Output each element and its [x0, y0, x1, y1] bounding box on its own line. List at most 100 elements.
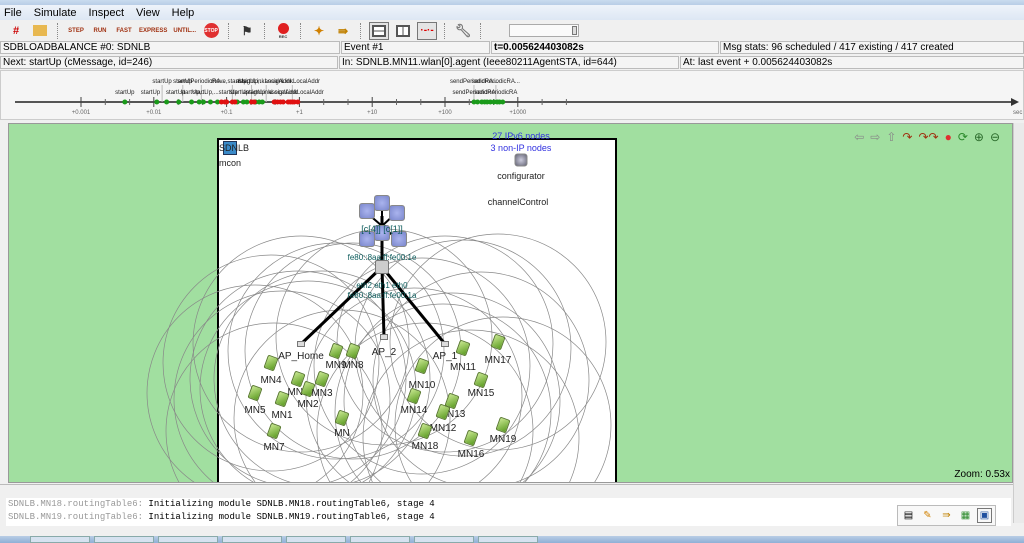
- sim-time-field: t=0.005624403082s: [491, 41, 719, 54]
- mobile-node-icon[interactable]: [247, 384, 263, 402]
- switch-icon[interactable]: [375, 260, 389, 274]
- timeline-tick-label: +100: [438, 110, 452, 116]
- access-point-label: AP_1: [432, 351, 458, 362]
- access-point-icon[interactable]: [380, 334, 388, 340]
- mobile-node-icon[interactable]: [495, 416, 511, 434]
- mobile-node-label: MN: [334, 428, 350, 439]
- menu-view[interactable]: View: [136, 7, 160, 19]
- zoom-in-icon[interactable]: ⊕: [974, 130, 984, 144]
- taskbar-item[interactable]: [158, 536, 218, 543]
- router-icon[interactable]: [389, 205, 405, 221]
- stop-module-icon[interactable]: ●: [945, 130, 952, 144]
- copy-icon[interactable]: ▤: [901, 508, 916, 523]
- express-button[interactable]: EXPRESS: [138, 22, 168, 40]
- taskbar-item[interactable]: [94, 536, 154, 543]
- channel-control-label: channelControl: [487, 197, 549, 207]
- mobile-node-icon[interactable]: [334, 409, 350, 427]
- until-button[interactable]: UNTIL...: [172, 22, 197, 40]
- zoom-out-icon[interactable]: ⊖: [990, 130, 1000, 144]
- mobile-node-icon[interactable]: [455, 339, 471, 357]
- mobile-node-label: MN15: [467, 388, 495, 399]
- taskbar-item[interactable]: [286, 536, 346, 543]
- access-point-label: AP_Home: [278, 351, 324, 362]
- mobile-node-icon[interactable]: [314, 370, 330, 388]
- mobile-node-icon[interactable]: [417, 422, 433, 440]
- step-module-icon[interactable]: ↷: [902, 130, 912, 144]
- speed-slider[interactable]: [509, 24, 580, 37]
- mobile-node-label: MN18: [411, 441, 439, 452]
- vertical-scrollbar[interactable]: [1013, 123, 1024, 523]
- menu-inspect[interactable]: Inspect: [89, 7, 124, 19]
- menu-simulate[interactable]: Simulate: [34, 7, 77, 19]
- step-button[interactable]: STEP: [66, 22, 86, 40]
- load-ned-button[interactable]: [30, 22, 50, 40]
- find-icon[interactable]: ✎: [920, 508, 935, 523]
- options-button[interactable]: 🔧︎: [453, 22, 473, 40]
- router-icon[interactable]: [374, 195, 390, 211]
- menu-help[interactable]: Help: [172, 7, 195, 19]
- record-button[interactable]: REC: [273, 22, 293, 40]
- relayout-icon[interactable]: ⟳: [958, 130, 968, 144]
- timeline-toggle-button[interactable]: ·-·-: [417, 21, 438, 40]
- event-module-field: In: SDNLB.MN11.wlan[0].agent (Ieee80211A…: [339, 56, 679, 69]
- timeline-tick-label: +0.1: [221, 110, 234, 116]
- access-point-icon[interactable]: [441, 341, 449, 347]
- timeline-event-label: sendPeriodicRA...: [472, 79, 520, 85]
- mobile-node-label: MN4: [260, 375, 282, 386]
- new-run-button[interactable]: #: [6, 22, 26, 40]
- mobile-node-icon[interactable]: [463, 429, 479, 447]
- layout-horizontal-button[interactable]: [369, 21, 390, 40]
- router-address-label: fe80::8aa:ff:fe00:1e: [347, 253, 417, 262]
- mobile-node-icon[interactable]: [490, 333, 506, 351]
- ipv6-nodes-label: 27 IPv6 nodes: [492, 131, 550, 141]
- taskbar-item[interactable]: [30, 536, 90, 543]
- output-icon[interactable]: ▣: [977, 508, 992, 523]
- timeline-event-marker: [295, 99, 301, 105]
- router-icon[interactable]: [359, 203, 375, 219]
- finish-button[interactable]: ⚑: [237, 22, 257, 40]
- timeline-event-marker: [232, 99, 238, 105]
- timeline-tick-label: +1000: [509, 110, 527, 116]
- mobile-node-icon[interactable]: [263, 354, 279, 372]
- time-delta-field: At: last event + 0.005624403082s: [680, 56, 1024, 69]
- timeline-event-label: assignLinkLocalAddr: [265, 79, 320, 85]
- filter-icon[interactable]: ⇛: [939, 508, 954, 523]
- up-icon[interactable]: ⇧: [886, 130, 896, 144]
- fast-button[interactable]: FAST: [114, 22, 134, 40]
- find-objects-button[interactable]: ✦: [309, 22, 329, 40]
- slider-handle[interactable]: [572, 26, 578, 35]
- nonip-nodes-label: 3 non-IP nodes: [490, 143, 552, 153]
- module-output-button[interactable]: ⇛: [333, 22, 353, 40]
- toolbar-separator: [480, 22, 482, 39]
- pane-divider[interactable]: [0, 484, 1013, 486]
- mobile-node-icon[interactable]: [266, 422, 282, 440]
- run-button[interactable]: RUN: [90, 22, 110, 40]
- back-icon[interactable]: ⇦: [854, 130, 864, 144]
- log-output[interactable]: SDNLB.MN18.routingTable6: Initializing m…: [6, 498, 1011, 526]
- messages-icon[interactable]: ▦: [958, 508, 973, 523]
- mobile-node-icon[interactable]: [328, 342, 344, 360]
- taskbar-item[interactable]: [350, 536, 410, 543]
- menu-bar: File Simulate Inspect View Help: [0, 5, 1024, 20]
- mobile-node-icon[interactable]: [473, 371, 489, 389]
- toolbar: # STEP RUN FAST EXPRESS UNTIL... STOP ⚑ …: [0, 20, 1024, 41]
- timeline-event-marker: [251, 99, 257, 105]
- taskbar-item[interactable]: [478, 536, 538, 543]
- mobile-node-icon[interactable]: [345, 342, 361, 360]
- layout-vertical-button[interactable]: [393, 22, 413, 40]
- arrow-icon: ⇛: [338, 23, 349, 38]
- menu-file[interactable]: File: [4, 7, 22, 19]
- taskbar-item[interactable]: [222, 536, 282, 543]
- mobile-node-icon[interactable]: [414, 357, 430, 375]
- taskbar-item[interactable]: [414, 536, 474, 543]
- run-module-icon[interactable]: ↷↷: [918, 130, 938, 144]
- timeline-tick-label: +0.001: [72, 110, 91, 116]
- access-point-icon[interactable]: [297, 341, 305, 347]
- timeline[interactable]: +0.001 +0.01 +0.1 +1 +10 +100 +1000 sec startUp s…: [0, 70, 1024, 120]
- timeline-event-marker: [176, 99, 182, 105]
- stop-button[interactable]: STOP: [201, 22, 221, 40]
- toolbar-separator: [264, 22, 266, 39]
- configurator-icon[interactable]: [514, 153, 528, 167]
- forward-icon[interactable]: ⇨: [870, 130, 880, 144]
- network-canvas[interactable]: MN4 MN5 MN1 MN6 MN2 MN3 MN9 MN8 MN7 MN MN10 MN14 MN1…: [8, 123, 1013, 483]
